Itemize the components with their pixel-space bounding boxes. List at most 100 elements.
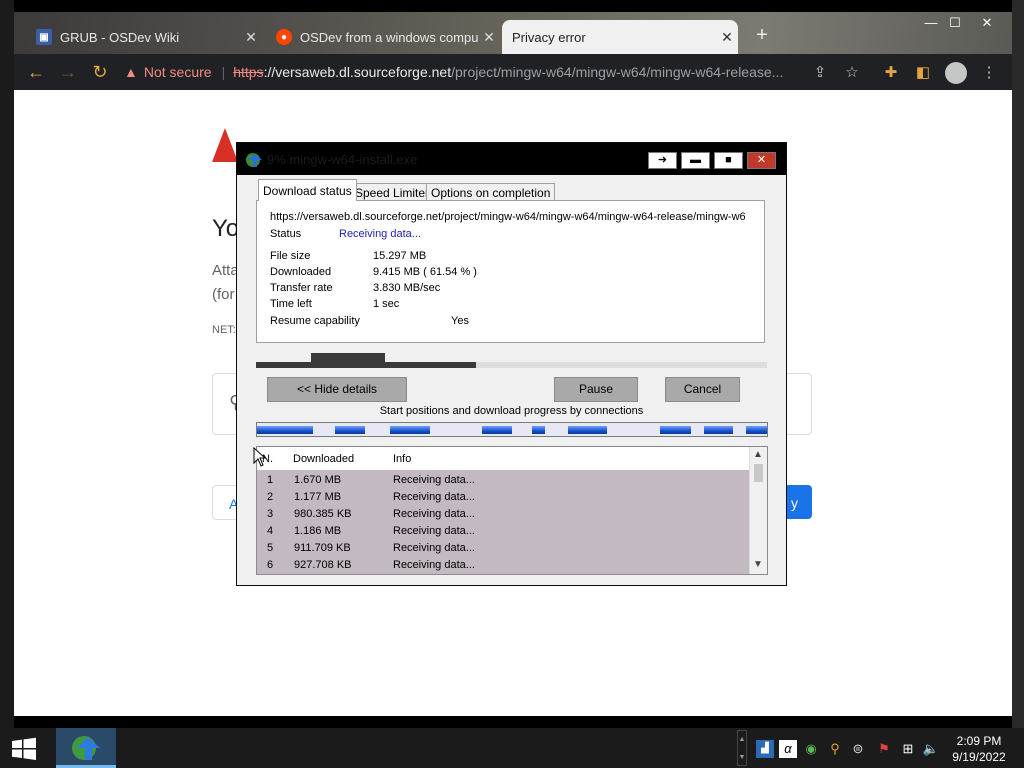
download-url: https://versaweb.dl.sourceforge.net/proj… [270, 211, 746, 223]
connection-segment [532, 426, 545, 434]
connections-progress-bar [256, 422, 768, 437]
pause-button[interactable]: Pause [554, 377, 638, 402]
extensions-puzzle-icon[interactable]: ✚ [880, 62, 902, 84]
row-info: Receiving data... [393, 525, 475, 537]
row-info: Receiving data... [393, 508, 475, 520]
tray-flag-icon[interactable]: ⚑ [875, 740, 893, 758]
tray-audio-icon[interactable]: ⊜ [849, 740, 867, 758]
connection-segment [746, 426, 767, 434]
share-icon[interactable]: ⇪ [809, 62, 831, 84]
resume-capability-label: Resume capability [270, 315, 360, 327]
separator: | [221, 64, 226, 80]
dialog-maximize-button[interactable]: ■ [714, 152, 743, 169]
resume-capability-value: Yes [451, 315, 469, 327]
table-row[interactable]: 5 911.709 KB Receiving data... [257, 540, 749, 557]
tab-close-icon[interactable]: ✕ [478, 29, 500, 46]
tab-speed-limiter[interactable]: Speed Limiter [350, 183, 435, 201]
side-panel-icon[interactable]: ◧ [912, 62, 934, 84]
cancel-button[interactable]: Cancel [665, 377, 740, 402]
more-menu-icon[interactable]: ⋮ [978, 62, 1000, 84]
desktop-right-edge [1012, 0, 1024, 728]
connections-caption: Start positions and download progress by… [379, 405, 644, 417]
windows-start-icon[interactable] [10, 737, 38, 761]
connections-table-header: N. Downloaded Info [257, 447, 749, 469]
row-downloaded: 1.177 MB [294, 491, 342, 503]
connection-segment [482, 426, 512, 434]
connections-table: N. Downloaded Info 1 1.670 MB Receiving … [256, 446, 768, 575]
tray-volume-icon[interactable]: 🔈 [922, 740, 940, 758]
tab-privacy-error[interactable]: Privacy error ✕ [502, 20, 738, 54]
hide-details-button[interactable]: << Hide details [267, 377, 407, 402]
window-maximize-button[interactable]: ☐ [944, 12, 966, 34]
page-description-line2: (for [212, 286, 235, 303]
reload-icon[interactable]: ↻ [88, 60, 112, 84]
forward-arrow-icon[interactable]: → [56, 60, 80, 84]
connection-segment [568, 426, 607, 434]
tray-input-icon[interactable]: α [779, 740, 797, 758]
arrow-right-icon[interactable]: ➜ [648, 152, 677, 169]
row-downloaded: 1.670 MB [294, 474, 342, 486]
column-header-downloaded[interactable]: Downloaded [293, 453, 354, 465]
tab-title: GRUB - OSDev Wiki [60, 29, 180, 45]
idm-globe-icon [246, 153, 262, 167]
clock-date[interactable]: 9/19/2022 [944, 750, 1014, 764]
row-info: Receiving data... [393, 474, 475, 486]
address-bar[interactable]: ▲ Not secure | https ://versaweb.dl.sour… [124, 58, 824, 86]
row-number: 3 [267, 508, 274, 520]
tab-close-icon[interactable]: ✕ [716, 29, 738, 46]
tab-osdev-reddit[interactable]: ● OSDev from a windows computer ✕ [266, 20, 500, 54]
scroll-down-icon[interactable]: ▼ [753, 559, 763, 570]
row-downloaded: 980.385 KB [294, 508, 352, 520]
row-downloaded: 911.709 KB [294, 542, 351, 554]
taskbar: ▲ ▼ ▟ α ◉ ⚲ ⊜ ⚑ ⊞ 🔈 2:09 PM 9/19/2022 [0, 728, 1024, 768]
tray-search-icon[interactable]: ⚲ [826, 740, 844, 758]
tray-network-icon[interactable]: ⊞ [899, 740, 917, 758]
table-scrollbar[interactable]: ▲ ▼ [749, 447, 767, 574]
back-arrow-icon[interactable]: ← [24, 60, 48, 84]
scrollbar-thumb[interactable] [754, 464, 763, 482]
dialog-close-button[interactable]: ✕ [747, 152, 776, 169]
table-row[interactable]: 4 1.186 MB Receiving data... [257, 523, 749, 540]
not-secure-label[interactable]: Not secure [144, 64, 212, 80]
taskbar-idm-app[interactable] [56, 728, 116, 768]
tray-network-meter-icon[interactable]: ▟ [756, 740, 774, 758]
row-number: 2 [267, 491, 274, 503]
column-header-info[interactable]: Info [393, 453, 411, 465]
profile-avatar-icon[interactable] [945, 62, 967, 84]
page-description: Atta [212, 262, 239, 279]
tray-idm-icon[interactable]: ◉ [802, 740, 820, 758]
window-minimize-button[interactable]: — [920, 12, 942, 34]
transfer-rate-value: 3.830 MB/sec [373, 282, 441, 294]
new-tab-button[interactable]: + [750, 24, 774, 48]
file-size-label: File size [270, 250, 311, 262]
table-row[interactable]: 3 980.385 KB Receiving data... [257, 506, 749, 523]
row-info: Receiving data... [393, 491, 475, 503]
dialog-minimize-button[interactable]: ▬ [681, 152, 710, 169]
tab-title: OSDev from a windows computer [300, 29, 478, 45]
reddit-favicon-icon: ● [276, 29, 292, 45]
tab-options-on-completion[interactable]: Options on completion [426, 183, 556, 201]
status-value: Receiving data... [339, 228, 421, 240]
toolbar: ← → ↻ ▲ Not secure | https ://versaweb.d… [14, 54, 1012, 90]
bookmark-star-icon[interactable]: ☆ [841, 62, 863, 84]
time-left-label: Time left [270, 298, 312, 310]
window-close-button[interactable]: ✕ [976, 12, 998, 34]
scroll-up-icon[interactable]: ▲ [753, 449, 763, 460]
dialog-titlebar[interactable]: 9% mingw-w64-install.exe ➜ ▬ ■ ✕ [237, 143, 786, 175]
taskbar-scroll-control[interactable]: ▲ ▼ [737, 730, 747, 766]
status-label: Status [270, 228, 302, 240]
url-host: ://versaweb.dl.sourceforge.net [263, 64, 452, 80]
tab-download-status[interactable]: Download status [258, 179, 357, 201]
row-number: 1 [267, 474, 274, 486]
tab-title: Privacy error [512, 29, 586, 45]
downloaded-label: Downloaded [270, 266, 332, 278]
clock-time[interactable]: 2:09 PM [944, 734, 1014, 748]
tab-grub-osdev[interactable]: ▣ GRUB - OSDev Wiki ✕ [26, 20, 262, 54]
connection-segment [704, 426, 733, 434]
table-row[interactable]: 6 927.708 KB Receiving data... [257, 557, 749, 574]
connection-segment [335, 426, 365, 434]
table-row[interactable]: 2 1.177 MB Receiving data... [257, 489, 749, 506]
tab-close-icon[interactable]: ✕ [240, 29, 262, 46]
table-row[interactable]: 1 1.670 MB Receiving data... [257, 472, 749, 489]
connection-segment [660, 426, 691, 434]
